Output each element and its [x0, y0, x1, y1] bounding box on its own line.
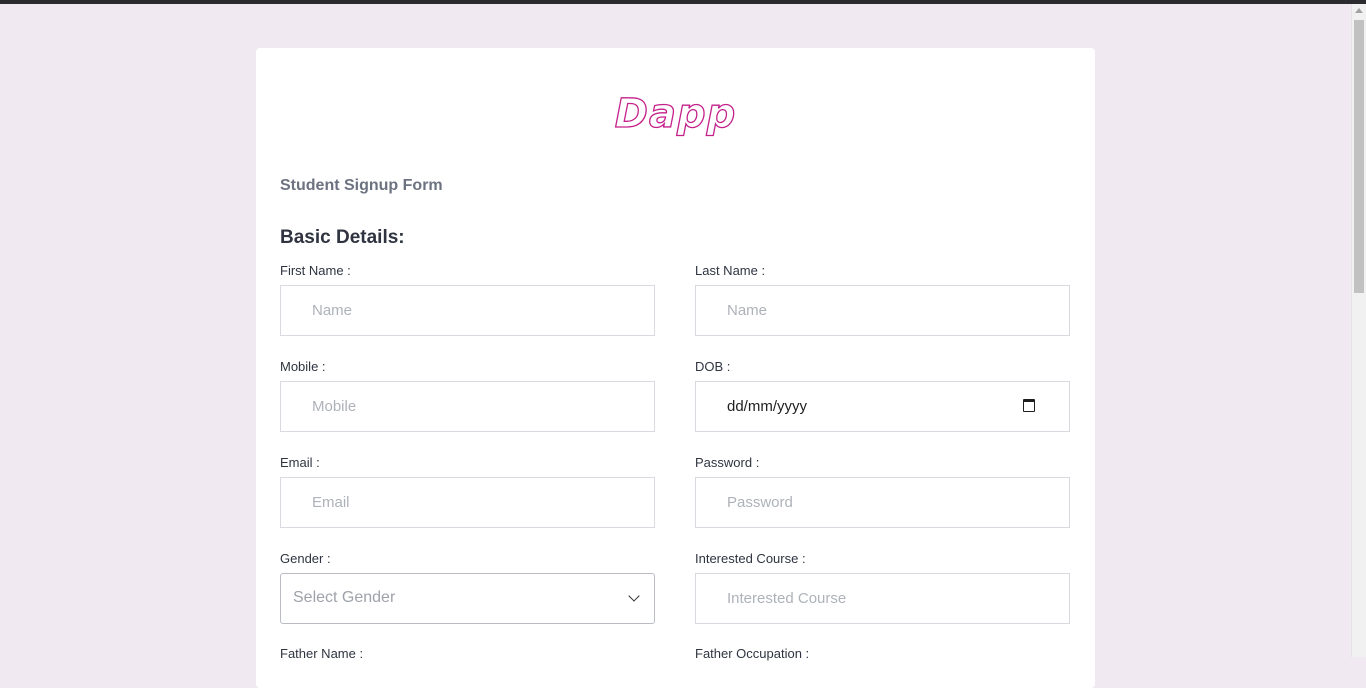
- first-name-label: First Name :: [280, 263, 351, 278]
- email-label: Email :: [280, 455, 320, 470]
- scroll-up-arrow-icon[interactable]: [1355, 8, 1363, 13]
- mobile-label: Mobile :: [280, 359, 326, 374]
- interested-course-input[interactable]: [695, 573, 1070, 624]
- password-label: Password :: [695, 455, 760, 470]
- calendar-icon[interactable]: [1023, 399, 1035, 412]
- dob-date-input[interactable]: dd/mm/yyyy: [695, 381, 1070, 432]
- gender-select-value: Select Gender: [293, 589, 396, 606]
- browser-top-bar: [0, 0, 1366, 4]
- dob-label: DOB :: [695, 359, 731, 374]
- last-name-input[interactable]: [695, 285, 1070, 336]
- interested-course-label: Interested Course :: [695, 551, 806, 566]
- last-name-label: Last Name :: [695, 263, 766, 278]
- chevron-down-icon: [628, 590, 640, 602]
- basic-details-heading: Basic Details:: [280, 227, 405, 248]
- signup-card: Dapp Student Signup Form Basic Details: …: [256, 48, 1095, 688]
- father-occupation-label: Father Occupation :: [695, 646, 810, 661]
- mobile-input[interactable]: [280, 381, 655, 432]
- form-title: Student Signup Form: [280, 177, 443, 194]
- gender-select[interactable]: Select Gender: [280, 573, 655, 624]
- brand-logo: Dapp: [614, 91, 737, 137]
- email-input[interactable]: [280, 477, 655, 528]
- page-scrollbar[interactable]: [1351, 4, 1366, 657]
- father-name-label: Father Name :: [280, 646, 364, 661]
- first-name-input[interactable]: [280, 285, 655, 336]
- dob-date-text: dd/mm/yyyy: [727, 398, 808, 415]
- scrollbar-thumb[interactable]: [1354, 20, 1364, 293]
- gender-label: Gender :: [280, 551, 331, 566]
- password-input[interactable]: [695, 477, 1070, 528]
